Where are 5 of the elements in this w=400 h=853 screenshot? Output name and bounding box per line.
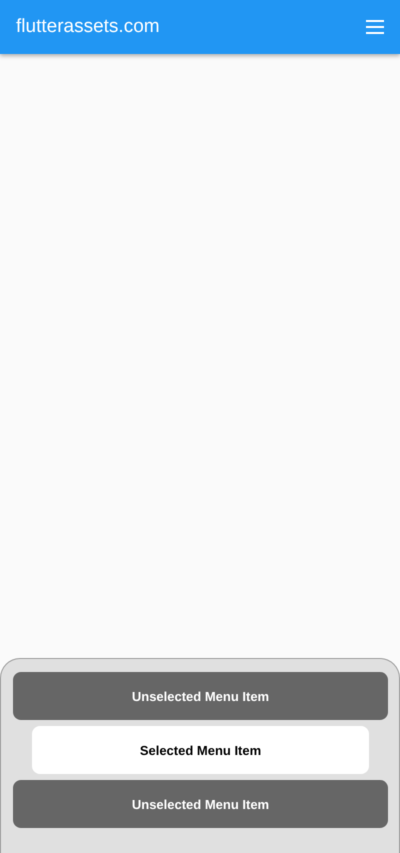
menu-icon xyxy=(366,20,384,34)
menu-item[interactable]: Unselected Menu Item xyxy=(13,672,388,720)
app-title: flutterassets.com xyxy=(16,16,160,38)
menu-item[interactable]: Selected Menu Item xyxy=(32,726,369,774)
menu-item[interactable]: Unselected Menu Item xyxy=(13,780,388,828)
